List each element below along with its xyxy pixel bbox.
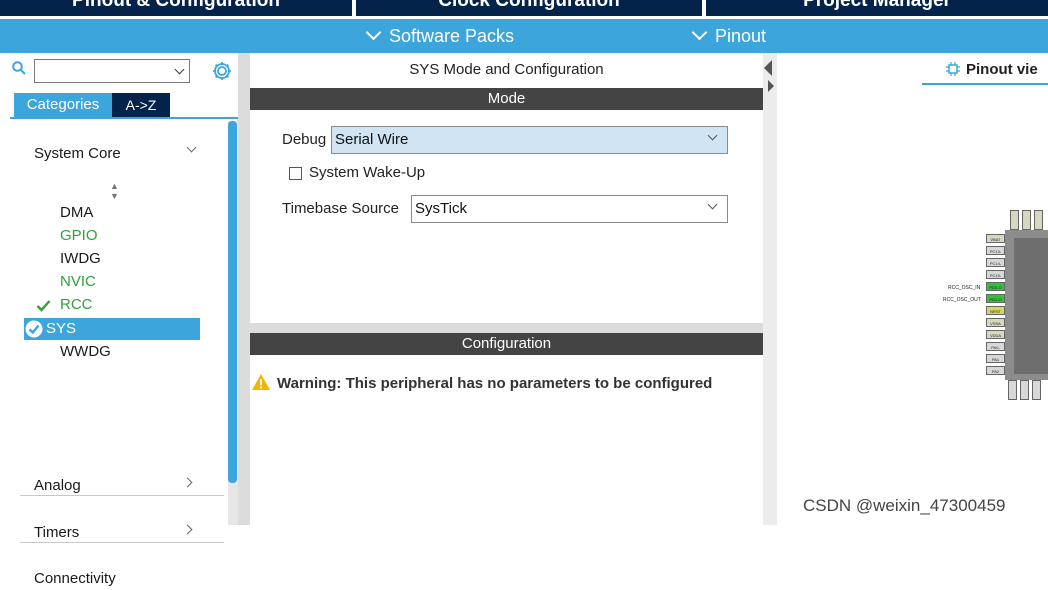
category-tree: System Core ▲ ▼ DMA GPIO IWDG NVIC RCC SY… (10, 121, 228, 587)
chevron-down-icon (365, 24, 382, 41)
list-item-dma[interactable]: DMA (60, 201, 200, 224)
chip-pin[interactable]: PC15- (986, 270, 1005, 279)
panel-gutter (238, 53, 250, 525)
mcu-chip-core (1014, 238, 1048, 374)
category-system-core[interactable]: System Core (34, 143, 204, 165)
timebase-source-value: SysTick (415, 200, 467, 217)
tab-categories[interactable]: Categories (14, 93, 112, 117)
tab-a-to-z[interactable]: A->Z (112, 93, 170, 117)
category-timers[interactable]: Timers (34, 522, 204, 544)
chip-pin[interactable]: NRST (986, 306, 1005, 315)
panel-divider[interactable] (250, 323, 763, 333)
software-packs-label: Software Packs (389, 26, 515, 46)
timebase-source-label: Timebase Source (282, 200, 399, 217)
watermark: CSDN @weixin_47300459 (803, 496, 1006, 515)
gear-icon[interactable] (211, 60, 233, 82)
check-circle-icon (25, 320, 43, 338)
chip-pin-top[interactable] (1022, 210, 1031, 230)
mode-header: Mode (250, 88, 763, 110)
chip-pin-bottom[interactable] (1020, 380, 1029, 400)
main-tab-bar: Pinout & Configuration Clock Configurati… (0, 0, 1048, 19)
tab-pinout-configuration-label: Pinout & Configuration (72, 0, 280, 11)
collapse-left-icon[interactable] (764, 60, 772, 76)
debug-label: Debug (282, 131, 327, 148)
tab-project-manager[interactable]: Project Manager (706, 0, 1048, 16)
software-packs-menu[interactable]: Software Packs (365, 23, 515, 49)
category-divider (20, 542, 224, 543)
tab-pinout-view[interactable]: Pinout vie (966, 61, 1038, 79)
list-item-sys-label: SYS (46, 320, 77, 337)
chip-pin-rcc-osc-out[interactable]: PD1-O (986, 294, 1005, 303)
category-connectivity-label: Connectivity (34, 570, 116, 587)
signal-label-osc-out: RCC_OSC_OUT (943, 297, 981, 303)
chip-icon (946, 62, 960, 76)
system-wakeup-label: System Wake-Up (309, 164, 426, 181)
system-wakeup-checkbox[interactable] (289, 167, 302, 180)
chip-pin[interactable]: VDDA (986, 330, 1005, 339)
tab-pinout-configuration[interactable]: Pinout & Configuration (0, 0, 352, 16)
expand-right-icon[interactable] (768, 80, 774, 92)
category-analog-label: Analog (34, 477, 81, 494)
tab-project-manager-label: Project Manager (803, 0, 951, 11)
chip-pin-rcc-osc-in[interactable]: PD0-O (986, 282, 1005, 291)
list-item-gpio[interactable]: GPIO (60, 224, 200, 247)
mode-config-panel (238, 53, 763, 525)
tab-underline (922, 83, 1048, 85)
category-timers-label: Timers (34, 524, 80, 541)
list-item-wwdg[interactable]: WWDG (60, 340, 200, 363)
pinout-menu-label: Pinout (715, 26, 767, 46)
search-icon[interactable] (12, 61, 26, 75)
category-connectivity[interactable]: Connectivity (34, 568, 204, 590)
warning-icon (252, 374, 270, 390)
left-panel: Categories A->Z System Core ▲ ▼ DMA GPIO … (0, 53, 238, 587)
tab-clock-configuration-label: Clock Configuration (438, 0, 620, 11)
left-panel-header: Categories A->Z (0, 53, 238, 119)
sub-toolbar: Software Packs Pinout (0, 19, 1048, 53)
list-item-nvic[interactable]: NVIC (60, 270, 200, 293)
chevron-down-icon (691, 24, 708, 41)
chip-pin-top[interactable] (1034, 210, 1043, 230)
sort-icon[interactable]: ▲ ▼ (110, 181, 119, 201)
category-analog[interactable]: Analog (34, 475, 204, 497)
list-item-rcc[interactable]: RCC (60, 293, 200, 316)
chevron-down-icon[interactable] (174, 64, 185, 75)
chip-pin[interactable]: PC14- (986, 258, 1005, 267)
warning-message: Warning: This peripheral has no paramete… (277, 375, 713, 392)
configuration-header: Configuration (250, 333, 763, 355)
chip-pin-bottom[interactable] (1008, 380, 1017, 400)
tab-clock-configuration[interactable]: Clock Configuration (356, 0, 702, 16)
check-icon (36, 300, 51, 312)
chip-pin[interactable]: PC13- (986, 246, 1005, 255)
tab-underline (10, 117, 238, 119)
list-item-iwdg[interactable]: IWDG (60, 247, 200, 270)
panel-title: SYS Mode and Configuration (409, 61, 604, 78)
pinout-menu[interactable]: Pinout (691, 23, 767, 49)
search-input[interactable] (34, 59, 190, 83)
chip-pin[interactable]: PA2 (986, 366, 1005, 375)
signal-label-osc-in: RCC_OSC_IN (948, 285, 981, 291)
chip-pin[interactable]: VBAT (986, 234, 1005, 243)
scrollbar-thumb[interactable] (228, 121, 237, 483)
debug-select-value: Serial Wire (335, 131, 409, 148)
chip-pin-bottom[interactable] (1032, 380, 1041, 400)
chip-pin[interactable]: VSSA (986, 318, 1005, 327)
chip-pin[interactable]: PA0- (986, 342, 1005, 351)
category-system-core-label: System Core (34, 145, 121, 162)
chip-pin-top[interactable] (1010, 210, 1019, 230)
category-divider (20, 495, 224, 496)
chip-pin[interactable]: PA1 (986, 354, 1005, 363)
panel-splitter[interactable] (763, 53, 777, 525)
